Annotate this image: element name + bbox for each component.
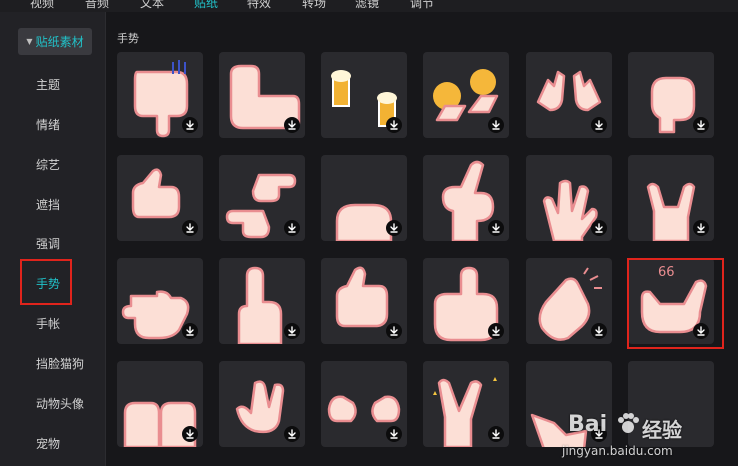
download-icon xyxy=(186,120,194,130)
download-button[interactable] xyxy=(284,323,300,339)
sticker-card-empty[interactable] xyxy=(628,361,714,447)
download-icon xyxy=(595,326,603,336)
download-icon xyxy=(390,120,398,130)
sidebar-item-face-pets[interactable]: 挡脸猫狗 xyxy=(0,349,105,379)
category-dropdown[interactable]: ▼ 贴纸素材 xyxy=(18,28,92,55)
sticker-card-explosion-fists[interactable] xyxy=(423,52,509,138)
download-button[interactable] xyxy=(488,117,504,133)
sticker-card-rock-horns[interactable] xyxy=(628,155,714,241)
top-tab-bar: 视频 音频 文本 贴纸 特效 转场 滤镜 调节 xyxy=(0,0,738,12)
download-button[interactable] xyxy=(591,323,607,339)
download-button[interactable] xyxy=(591,220,607,236)
tab-filters[interactable]: 滤镜 xyxy=(355,0,379,10)
tab-adjust[interactable]: 调节 xyxy=(410,0,434,10)
download-button[interactable] xyxy=(693,220,709,236)
download-button[interactable] xyxy=(488,220,504,236)
download-icon xyxy=(492,120,500,130)
sticker-card-waving-hand[interactable] xyxy=(219,361,305,447)
tab-transitions[interactable]: 转场 xyxy=(302,0,326,10)
sticker-card-thumbs-up[interactable] xyxy=(321,258,407,344)
sticker-card-thumbs-down[interactable] xyxy=(117,52,203,138)
download-icon xyxy=(288,429,296,439)
download-icon xyxy=(288,223,296,233)
download-icon xyxy=(390,326,398,336)
tab-text[interactable]: 文本 xyxy=(140,0,164,10)
tab-stickers[interactable]: 贴纸 xyxy=(194,0,218,10)
sticker-card-clapping[interactable] xyxy=(526,258,612,344)
download-icon xyxy=(288,120,296,130)
download-button[interactable] xyxy=(386,426,402,442)
download-button[interactable] xyxy=(284,220,300,236)
download-button[interactable] xyxy=(488,426,504,442)
sticker-card-pointing-hands[interactable] xyxy=(219,155,305,241)
download-icon xyxy=(390,223,398,233)
download-icon xyxy=(595,223,603,233)
sidebar-item-cover[interactable]: 遮挡 xyxy=(0,190,105,220)
sticker-card-pointing-up[interactable] xyxy=(423,258,509,344)
highlight-card-shaka xyxy=(627,258,724,349)
download-button[interactable] xyxy=(182,220,198,236)
sticker-card-index-up[interactable] xyxy=(219,258,305,344)
tab-effects[interactable]: 特效 xyxy=(247,0,271,10)
download-icon xyxy=(697,223,705,233)
sidebar-item-emotion[interactable]: 情绪 xyxy=(0,110,105,140)
download-icon xyxy=(186,223,194,233)
sidebar-item-variety[interactable]: 综艺 xyxy=(0,150,105,180)
sidebar-item-theme[interactable]: 主题 xyxy=(0,70,105,100)
download-button[interactable] xyxy=(488,323,504,339)
download-icon xyxy=(186,326,194,336)
download-button[interactable] xyxy=(386,323,402,339)
download-button[interactable] xyxy=(182,426,198,442)
download-icon xyxy=(186,429,194,439)
tab-video[interactable]: 视频 xyxy=(30,0,54,10)
download-icon xyxy=(595,120,603,130)
sticker-card-point-up-sparkle[interactable] xyxy=(423,155,509,241)
sticker-card-thumb-up-side[interactable] xyxy=(117,155,203,241)
section-title: 手势 xyxy=(117,32,139,45)
category-label: 贴纸素材 xyxy=(35,35,84,49)
tab-audio[interactable]: 音频 xyxy=(85,0,109,10)
sticker-card-pinching-hands[interactable] xyxy=(321,361,407,447)
download-icon xyxy=(390,429,398,439)
download-icon xyxy=(595,429,603,439)
download-button[interactable] xyxy=(693,117,709,133)
download-button[interactable] xyxy=(182,117,198,133)
download-button[interactable] xyxy=(182,323,198,339)
sticker-card-victory-sparkle[interactable] xyxy=(423,361,509,447)
download-icon xyxy=(492,326,500,336)
download-button[interactable] xyxy=(284,426,300,442)
sidebar-item-animal-heads[interactable]: 动物头像 xyxy=(0,389,105,419)
download-button[interactable] xyxy=(386,220,402,236)
sidebar-item-pets[interactable]: 宠物 xyxy=(0,429,105,459)
download-icon xyxy=(492,429,500,439)
highlight-sidebar-gesture xyxy=(20,259,72,305)
download-button[interactable] xyxy=(591,426,607,442)
download-icon xyxy=(697,120,705,130)
download-button[interactable] xyxy=(591,117,607,133)
sidebar-item-emphasis[interactable]: 强调 xyxy=(0,229,105,259)
download-button[interactable] xyxy=(284,117,300,133)
sticker-card-double-peace[interactable] xyxy=(526,52,612,138)
sticker-card-fist[interactable] xyxy=(321,155,407,241)
sticker-card-beer-cheers[interactable] xyxy=(321,52,407,138)
caret-down-icon: ▼ xyxy=(26,37,33,46)
sidebar-item-journal[interactable]: 手帐 xyxy=(0,309,105,339)
sticker-card-flexed-arm[interactable] xyxy=(219,52,305,138)
download-icon xyxy=(288,326,296,336)
sticker-card-spread-fingers[interactable] xyxy=(526,155,612,241)
sticker-card-pointing-left[interactable] xyxy=(117,258,203,344)
download-button[interactable] xyxy=(386,117,402,133)
sticker-card-raised-fist[interactable] xyxy=(628,52,714,138)
sticker-card-tip-hand[interactable] xyxy=(526,361,612,447)
sticker-card-two-hands[interactable] xyxy=(117,361,203,447)
download-icon xyxy=(492,223,500,233)
